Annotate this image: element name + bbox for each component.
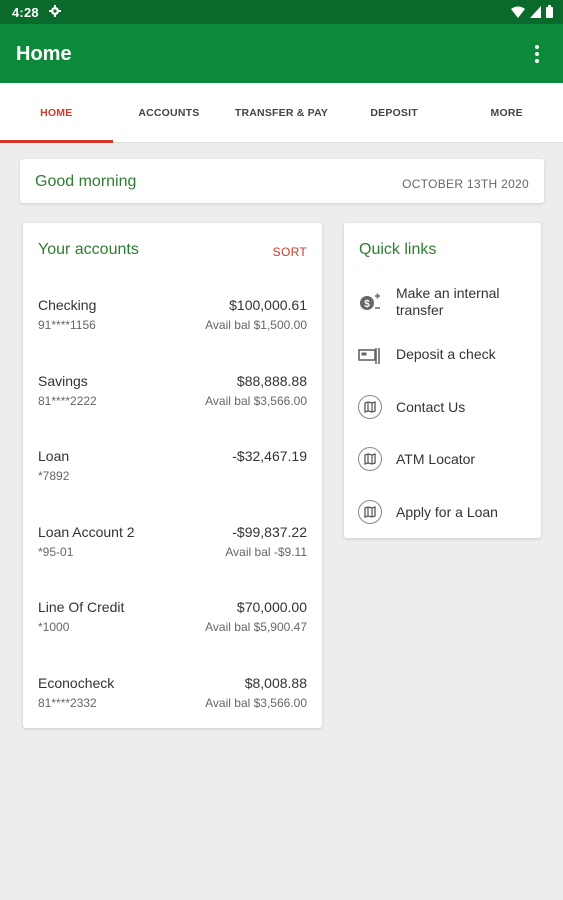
account-name: Checking [38, 297, 97, 313]
account-name: Econocheck [38, 675, 115, 691]
account-available: Avail bal -$9.11 [225, 545, 307, 559]
account-available: Avail bal $5,900.47 [205, 620, 307, 634]
account-name: Savings [38, 373, 88, 389]
account-balance: -$99,837.22 [232, 524, 307, 540]
signal-icon [530, 5, 541, 18]
sort-button[interactable]: SORT [273, 245, 307, 259]
quick-link-label: Deposit a check [396, 346, 496, 362]
account-balance: $88,888.88 [236, 373, 307, 389]
tab-more[interactable]: MORE [450, 83, 563, 142]
quick-link-deposit-check[interactable]: Deposit a check [344, 345, 541, 385]
quick-link-contact-us[interactable]: Contact Us [344, 395, 541, 435]
status-icons [511, 5, 553, 18]
account-number: *1000 [38, 620, 70, 634]
account-row[interactable]: Econocheck 81****2332 $8,008.88 Avail ba… [23, 675, 322, 735]
overflow-menu-icon[interactable] [525, 42, 549, 66]
greeting-card: Good morning OCTOBER 13TH 2020 [20, 159, 544, 203]
app-bar: Home [0, 24, 563, 83]
account-number: *7892 [38, 469, 70, 483]
account-available: Avail bal $3,566.00 [205, 394, 307, 408]
quick-link-atm-locator[interactable]: ATM Locator [344, 447, 541, 487]
account-number: 81****2332 [38, 696, 97, 710]
account-balance: $100,000.61 [229, 297, 307, 313]
status-bar: 4:28 [0, 0, 563, 24]
tab-transfer-pay[interactable]: TRANSFER & PAY [225, 83, 338, 142]
tab-accounts[interactable]: ACCOUNTS [113, 83, 226, 142]
transfer-icon: $ [360, 293, 380, 310]
account-balance: -$32,467.19 [232, 448, 307, 464]
quick-links-card: Quick links $ Make an internal transfer … [344, 223, 541, 538]
quick-link-label: ATM Locator [396, 451, 476, 467]
account-name: Line Of Credit [38, 599, 125, 615]
status-time: 4:28 [12, 5, 39, 20]
wifi-icon [511, 6, 525, 18]
quick-links-title: Quick links [359, 241, 437, 258]
page-title: Home [16, 43, 72, 65]
account-name: Loan [38, 448, 70, 464]
greeting-text: Good morning [35, 173, 137, 190]
account-number: 91****1156 [38, 318, 96, 332]
map-icon [358, 500, 382, 524]
account-balance: $8,008.88 [244, 675, 307, 691]
settings-gear-icon [49, 5, 61, 17]
battery-icon [546, 5, 553, 18]
account-number: *95-01 [38, 545, 74, 559]
tab-home[interactable]: HOME [0, 83, 113, 143]
quick-link-label: Make an internal transfer [396, 285, 500, 318]
greeting-date: OCTOBER 13TH 2020 [402, 177, 529, 191]
accounts-title: Your accounts [38, 241, 139, 258]
tab-deposit[interactable]: DEPOSIT [338, 83, 451, 142]
map-icon [358, 447, 382, 471]
account-row[interactable]: Line Of Credit *1000 $70,000.00 Avail ba… [23, 599, 322, 659]
account-available: Avail bal $3,566.00 [205, 696, 307, 710]
account-name: Loan Account 2 [38, 524, 135, 540]
accounts-card: Your accounts SORT Checking 91****1156 $… [23, 223, 322, 728]
quick-link-apply-loan[interactable]: Apply for a Loan [344, 500, 541, 540]
svg-text:$: $ [364, 299, 370, 310]
account-row[interactable]: Loan *7892 -$32,467.19 [23, 448, 322, 508]
account-available: Avail bal $1,500.00 [205, 318, 307, 332]
quick-link-label: Apply for a Loan [396, 504, 498, 520]
account-row[interactable]: Checking 91****1156 $100,000.61 Avail ba… [23, 297, 322, 357]
quick-link-label: Contact Us [396, 399, 466, 415]
check-deposit-icon [358, 348, 380, 364]
account-row[interactable]: Loan Account 2 *95-01 -$99,837.22 Avail … [23, 524, 322, 584]
account-row[interactable]: Savings 81****2222 $88,888.88 Avail bal … [23, 373, 322, 433]
tab-bar: HOME ACCOUNTS TRANSFER & PAY DEPOSIT MOR… [0, 83, 563, 143]
account-balance: $70,000.00 [236, 599, 307, 615]
map-icon [358, 395, 382, 419]
quick-link-transfer[interactable]: $ Make an internal transfer [344, 285, 541, 325]
account-number: 81****2222 [38, 394, 97, 408]
